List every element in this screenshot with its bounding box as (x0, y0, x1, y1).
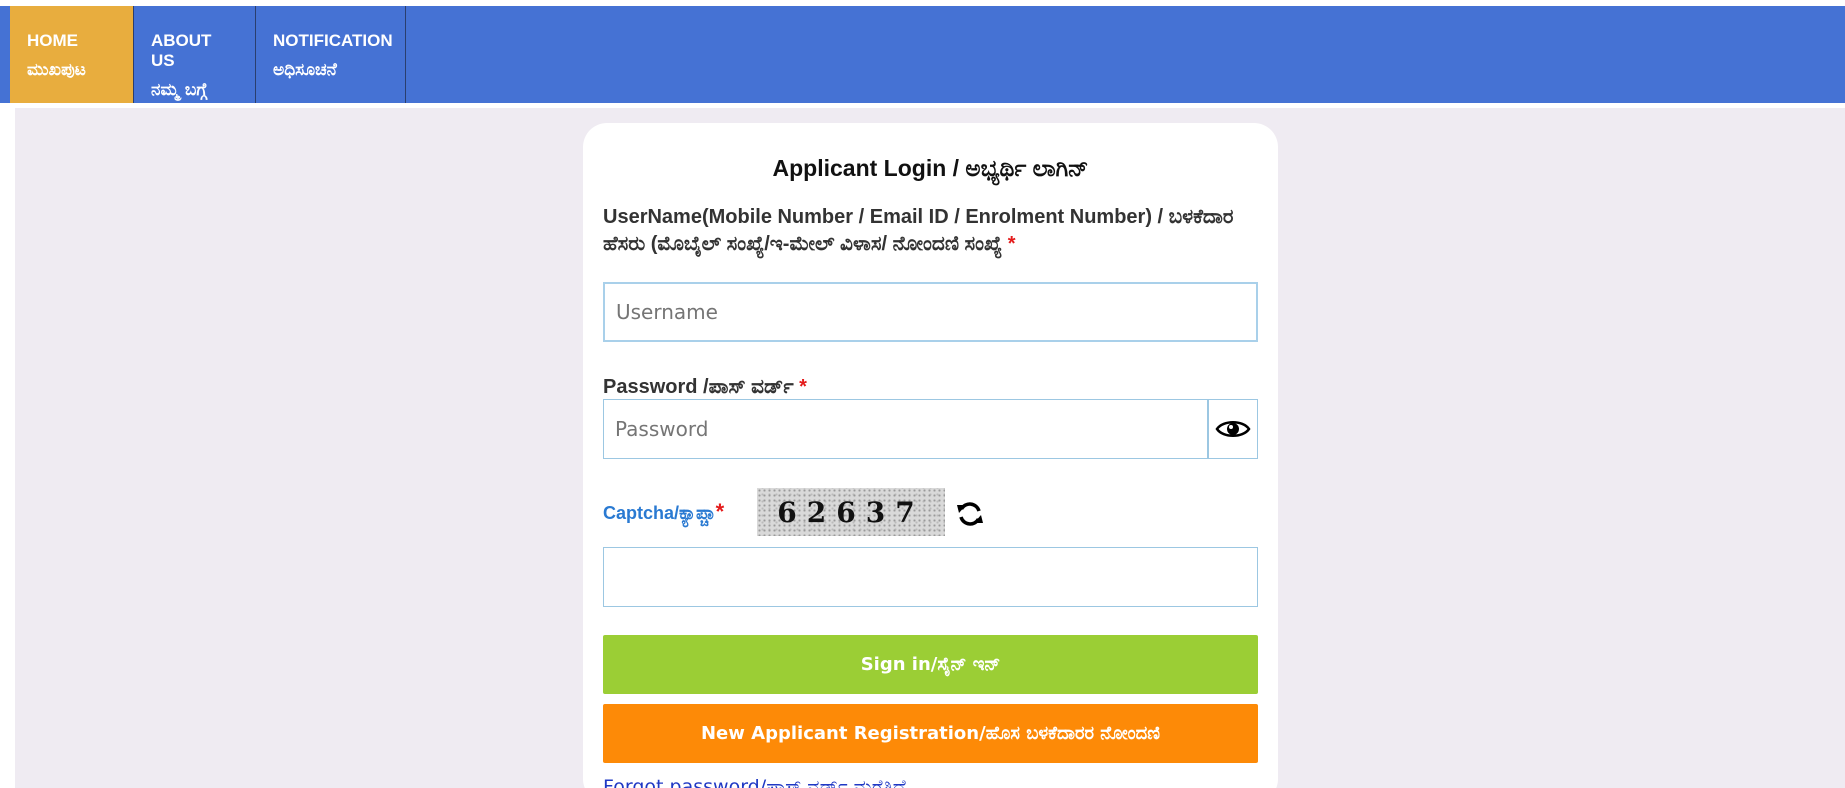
nav-notification[interactable]: NOTIFICATION ಅಧಿಸೂಚನೆ (256, 6, 406, 103)
nav-home-label-kannada: ಮುಖಪುಟ (27, 60, 86, 80)
sign-in-button[interactable]: Sign in/ಸೈನ್ ಇನ್ (603, 635, 1258, 694)
required-asterisk: * (715, 499, 725, 524)
eye-icon (1215, 421, 1251, 437)
forgot-password-link[interactable]: Forgot password/ಪಾಸ್ ವರ್ಡ್ ಮರೆತಿದೆ (603, 776, 906, 788)
username-input[interactable] (603, 282, 1258, 342)
nav-notification-label: NOTIFICATION (273, 31, 393, 50)
required-asterisk: * (799, 376, 807, 398)
toggle-password-visibility-button[interactable] (1208, 399, 1258, 459)
nav-home-label: HOME (27, 31, 78, 50)
captcha-input[interactable] (603, 547, 1258, 607)
captcha-label: Captcha/ಕ್ಯಾಪ್ಚಾ* (603, 499, 724, 525)
password-label-text: Password /ಪಾಸ್ ವರ್ಡ್ (603, 376, 794, 398)
refresh-captcha-button[interactable] (953, 497, 987, 531)
username-label-text: UserName(Mobile Number / Email ID / Enro… (603, 206, 1234, 255)
username-label: UserName(Mobile Number / Email ID / Enro… (603, 204, 1263, 258)
new-registration-button[interactable]: New Applicant Registration/ಹೊಸ ಬಳಕೆದಾರರ … (603, 704, 1258, 763)
login-title: Applicant Login / ಅಭ್ಯರ್ಥಿ ಲಾಗಿನ್ (772, 155, 1089, 181)
nav-about-label: ABOUT US (151, 31, 212, 70)
nav-notification-label-kannada: ಅಧಿಸೂಚನೆ (273, 60, 337, 80)
password-input[interactable] (603, 399, 1208, 459)
top-navbar: HOME ಮುಖಪುಟ ABOUT US ನಮ್ಮ ಬಗ್ಗೆ NOTIFICA… (0, 6, 1845, 103)
nav-about-label-kannada: ನಮ್ಮ ಬಗ್ಗೆ (151, 80, 208, 100)
required-asterisk: * (1007, 233, 1016, 255)
captcha-label-text: Captcha/ಕ್ಯಾಪ್ಚಾ (603, 503, 716, 523)
nav-about-us[interactable]: ABOUT US ನಮ್ಮ ಬಗ್ಗೆ (134, 6, 256, 103)
captcha-image: 62637 (757, 488, 945, 536)
password-label: Password /ಪಾಸ್ ವರ್ಡ್ * (603, 374, 1263, 401)
refresh-icon (957, 502, 983, 526)
captcha-code: 62637 (777, 495, 925, 529)
nav-home[interactable]: HOME ಮುಖಪುಟ (10, 6, 134, 103)
login-card: Applicant Login / ಅಭ್ಯರ್ಥಿ ಲಾಗಿನ್ UserNa… (583, 123, 1278, 788)
